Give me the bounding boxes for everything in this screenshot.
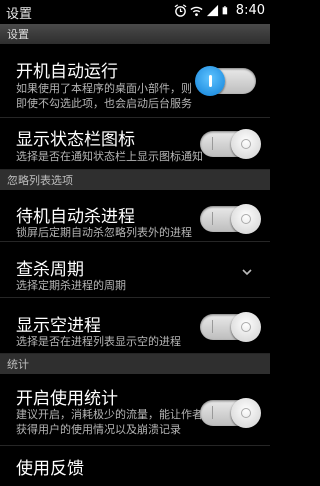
setting-usage-stats[interactable]: 开启使用统计 建议开启，消耗极少的流量，能让作者获得用户的使用情况以及崩溃记录 [0,374,270,446]
status-icon-toggle[interactable] [200,129,261,159]
setting-title: 显示空进程 [16,316,101,336]
toggle-knob [231,312,261,342]
setting-show-empty-process[interactable]: 显示空进程 选择是否在进程列表显示空的进程 [0,298,270,354]
setting-title: 开启使用统计 [16,389,118,409]
show-empty-process-toggle[interactable] [200,312,261,342]
toggle-mark [212,137,213,150]
toggle-mark [212,406,213,419]
clock: 8:40 [235,3,265,18]
setting-subtitle: 锁屏后定期自动杀忽略列表外的进程 [16,226,192,239]
chevron-down-icon[interactable] [242,267,252,277]
toggle-knob [231,204,261,234]
alarm-icon [174,4,187,17]
wifi-icon [190,6,203,17]
toggle-knob [231,398,261,428]
battery-icon [222,6,227,15]
toggle-mark [212,320,213,333]
setting-status-icon[interactable]: 显示状态栏图标 选择是否在通知状态栏上显示图标通知 [0,118,270,170]
toggle-knob [195,66,225,96]
setting-autostart[interactable]: 开机自动运行 如果使用了本程序的桌面小部件，则即使不勾选此项，也会启动后台服务 [0,44,270,118]
toggle-mark [212,212,213,225]
auto-kill-toggle[interactable] [200,204,261,234]
setting-feedback[interactable]: 使用反馈 [0,446,270,486]
setting-subtitle: 选择是否在通知状态栏上显示图标通知 [16,150,203,163]
setting-subtitle: 建议开启，消耗极少的流量，能让作者获得用户的使用情况以及崩溃记录 [16,408,203,436]
section-header-ignore-list: 忽略列表选项 [0,170,270,190]
autostart-toggle[interactable] [195,66,256,96]
setting-title: 开机自动运行 [16,62,118,82]
setting-title: 显示状态栏图标 [16,130,135,150]
setting-title: 使用反馈 [16,459,84,479]
toggle-knob [231,129,261,159]
section-header-statistics: 统计 [0,354,270,374]
setting-subtitle: 选择定期杀进程的周期 [16,279,126,292]
status-bar-title: 设置 [6,7,33,22]
setting-auto-kill-standby[interactable]: 待机自动杀进程 锁屏后定期自动杀忽略列表外的进程 [0,190,270,242]
setting-subtitle: 选择是否在进程列表显示空的进程 [16,335,181,348]
section-header-settings: 设置 [0,24,270,44]
setting-title: 查杀周期 [16,260,84,280]
setting-title: 待机自动杀进程 [16,207,135,227]
usage-stats-toggle[interactable] [200,398,261,428]
status-bar: 设置 8:40 [0,0,270,24]
setting-kill-period[interactable]: 查杀周期 选择定期杀进程的周期 [0,242,270,298]
setting-subtitle: 如果使用了本程序的桌面小部件，则即使不勾选此项，也会启动后台服务 [16,82,192,110]
signal-icon [206,4,218,17]
